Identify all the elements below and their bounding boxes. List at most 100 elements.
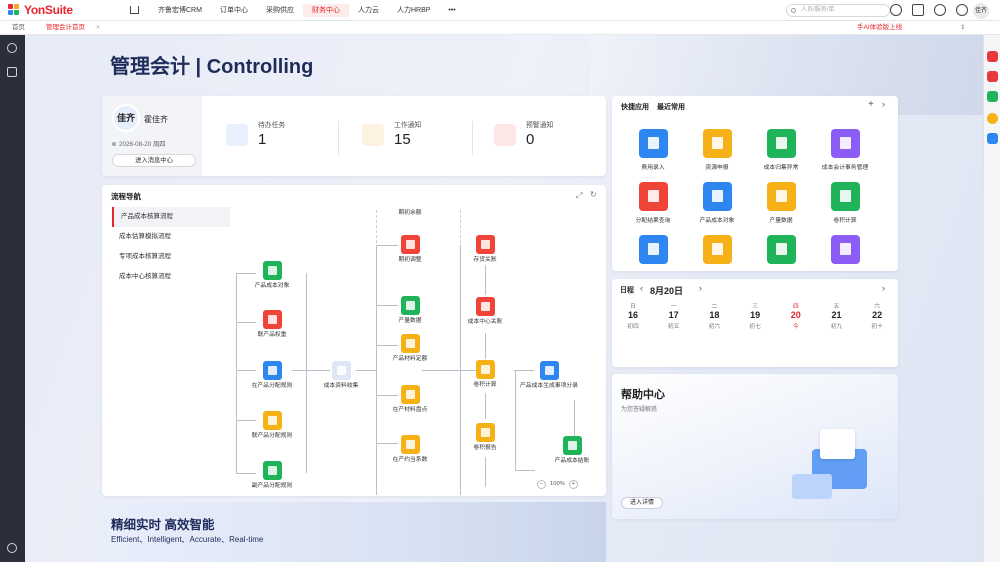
stat-work-notice[interactable]: 工作通知 15	[362, 118, 482, 158]
flow-node-joint-product-weight[interactable]: 联产品权重	[242, 310, 302, 339]
top-menu-item[interactable]: 人力HRBP	[388, 4, 439, 17]
quick-app-item[interactable]	[748, 235, 814, 268]
top-menu-item[interactable]: 齐鲁宏博CRM	[149, 4, 211, 17]
calendar-day[interactable]: 二 18 初六	[694, 301, 734, 330]
flow-node-material-quota[interactable]: 产品材料定额	[380, 334, 440, 363]
flow-node-opening-balance[interactable]: 期初余额	[380, 210, 440, 217]
fullscreen-icon[interactable]: ⤢	[576, 191, 582, 201]
quick-app-item[interactable]: 费用录入	[620, 129, 686, 171]
node-icon	[400, 296, 420, 315]
flow-node-wip-stocktake[interactable]: 在产材料盘点	[380, 385, 440, 414]
refresh-icon[interactable]: ↻	[590, 190, 597, 199]
top-menu-item[interactable]: 人力云	[349, 4, 388, 17]
flow-node-wip-equivalent-coefficient[interactable]: 在产约当系数	[380, 435, 440, 464]
user-avatar[interactable]: 佳齐	[973, 3, 989, 19]
flow-node-byproduct-allocation-rule[interactable]: 副产品分配规则	[242, 461, 302, 490]
top-menu-item[interactable]: 采购供应	[257, 4, 303, 17]
help-subtitle: 为您答疑解惑	[621, 407, 658, 413]
flow-node-rollup-report[interactable]: 卷积报告	[455, 423, 515, 452]
tab-home[interactable]: 首页	[12, 21, 25, 35]
quick-app-item[interactable]: 分配结果查询	[620, 182, 686, 224]
refresh-icon[interactable]	[934, 4, 946, 16]
lunar-label: 初四	[627, 324, 639, 330]
search-input[interactable]: 人员/服务/单	[786, 4, 890, 17]
app-icon	[766, 235, 796, 264]
quick-app-item[interactable]: 成本会计事务管理	[812, 129, 878, 171]
flow-node-product-cost-object[interactable]: 产品成本对象	[242, 261, 302, 290]
node-icon	[262, 411, 282, 430]
message-center-button[interactable]: 进入消息中心	[112, 154, 196, 167]
flow-node-product-cost-close[interactable]: 产品成本结账	[542, 436, 602, 465]
help-title: 帮助中心	[621, 389, 665, 401]
flow-node-opening-adjustment[interactable]: 期初调整	[380, 235, 440, 264]
promo-link[interactable]: 手AI体验版上线	[857, 22, 902, 34]
node-label: 产品成本对象	[254, 283, 290, 289]
chevron-right-icon[interactable]: ›	[699, 283, 702, 293]
flow-node-joint-allocation-rule[interactable]: 联产品分配规则	[242, 411, 302, 440]
document-icon[interactable]	[987, 133, 998, 144]
stat-warning[interactable]: 预警通知 0	[494, 118, 614, 158]
stat-label: 工作通知	[394, 122, 422, 129]
zoom-in-button[interactable]: +	[568, 480, 578, 489]
quick-app-item[interactable]: 成本归集异常	[748, 129, 814, 171]
tab-recent[interactable]: 最近常用	[657, 104, 685, 111]
calendar-day[interactable]: 三 19 初七	[735, 301, 775, 330]
flow-item-cost-estimate[interactable]: 成本估算模拟流程	[112, 227, 230, 247]
flow-node-rollup-calc[interactable]: 卷积计算	[455, 360, 515, 389]
help-detail-button[interactable]: 进入详情	[621, 497, 663, 509]
node-label: 联产品权重	[257, 332, 287, 338]
stat-todo[interactable]: 待办任务 1	[226, 118, 346, 158]
top-menu-item[interactable]: 财务中心	[302, 3, 349, 17]
node-label: 产品成本结账	[554, 458, 590, 464]
top-menu-item[interactable]: 订单中心	[211, 4, 257, 17]
add-icon[interactable]: +	[868, 99, 874, 110]
flow-node-production-data[interactable]: 产量数据	[380, 296, 440, 325]
zoom-out-button[interactable]: −	[537, 480, 546, 489]
quick-app-item[interactable]	[812, 235, 878, 268]
tab-close-icon[interactable]: ×	[96, 21, 100, 35]
flow-item-product-cost[interactable]: 产品成本核算流程	[112, 207, 230, 227]
quick-app-item[interactable]	[620, 235, 686, 268]
flow-node-cost-journal-entry[interactable]: 产品成本生成事项分录	[519, 361, 579, 390]
calendar-day[interactable]: 一 17 初五	[654, 301, 694, 330]
app-icon	[702, 235, 732, 264]
help-icon[interactable]	[890, 4, 902, 16]
quick-tabs: 快捷应用 最近常用	[621, 102, 691, 112]
folder-icon[interactable]	[7, 67, 17, 77]
flow-node-inventory-close[interactable]: 存货关账	[455, 235, 515, 264]
calendar-day[interactable]: 四 20 今	[776, 301, 816, 330]
flow-node-cost-center-close[interactable]: 成本中心关账	[455, 297, 515, 326]
flow-item-special-cost[interactable]: 专项成本核算流程	[112, 247, 230, 267]
chat-icon[interactable]	[987, 91, 998, 102]
upload-icon[interactable]: ⇪	[960, 21, 965, 35]
brand-name: YonSuite	[24, 3, 73, 17]
brand[interactable]: YonSuite	[8, 3, 118, 17]
tab-management-accounting[interactable]: 管理会计首页	[46, 21, 85, 35]
flow-node-wip-allocation-rule[interactable]: 在产品分配规则	[242, 361, 302, 390]
banner-title: 精细实时 高效智能	[111, 518, 215, 532]
calendar-day[interactable]: 日 16 初四	[613, 301, 653, 330]
ai-icon[interactable]	[987, 71, 998, 82]
quick-app-item[interactable]: 资源申报	[684, 129, 750, 171]
top-menu-item[interactable]: •••	[439, 4, 464, 17]
settings-icon[interactable]	[7, 543, 17, 553]
calendar-expand-icon[interactable]: ›	[882, 283, 885, 293]
chevron-right-icon[interactable]: ›	[882, 99, 885, 109]
quick-app-item[interactable]	[684, 235, 750, 268]
apps-grid-icon[interactable]	[912, 4, 924, 16]
quick-app-item[interactable]: 产量数据	[748, 182, 814, 224]
help-icon[interactable]	[987, 113, 998, 124]
notification-icon[interactable]	[956, 4, 968, 16]
banner-subtitle: Efficient、Intelligent、Accurate、Real-time	[111, 535, 264, 544]
search-icon[interactable]	[7, 43, 17, 53]
flow-item-cost-center[interactable]: 成本中心核算流程	[112, 267, 230, 287]
tab-quick-apps[interactable]: 快捷应用	[621, 104, 649, 111]
quick-app-item[interactable]: 卷积计算	[812, 182, 878, 224]
assistant-icon[interactable]	[987, 51, 998, 62]
calendar-day[interactable]: 六 22 初十	[857, 301, 897, 330]
chevron-left-icon[interactable]: ‹	[640, 283, 643, 293]
home-icon[interactable]	[130, 6, 139, 14]
quick-app-item[interactable]: 产品成本对象	[684, 182, 750, 224]
calendar-day[interactable]: 五 21 初九	[817, 301, 857, 330]
flow-node-cost-data-collection[interactable]: 成本资料收集	[311, 361, 371, 390]
